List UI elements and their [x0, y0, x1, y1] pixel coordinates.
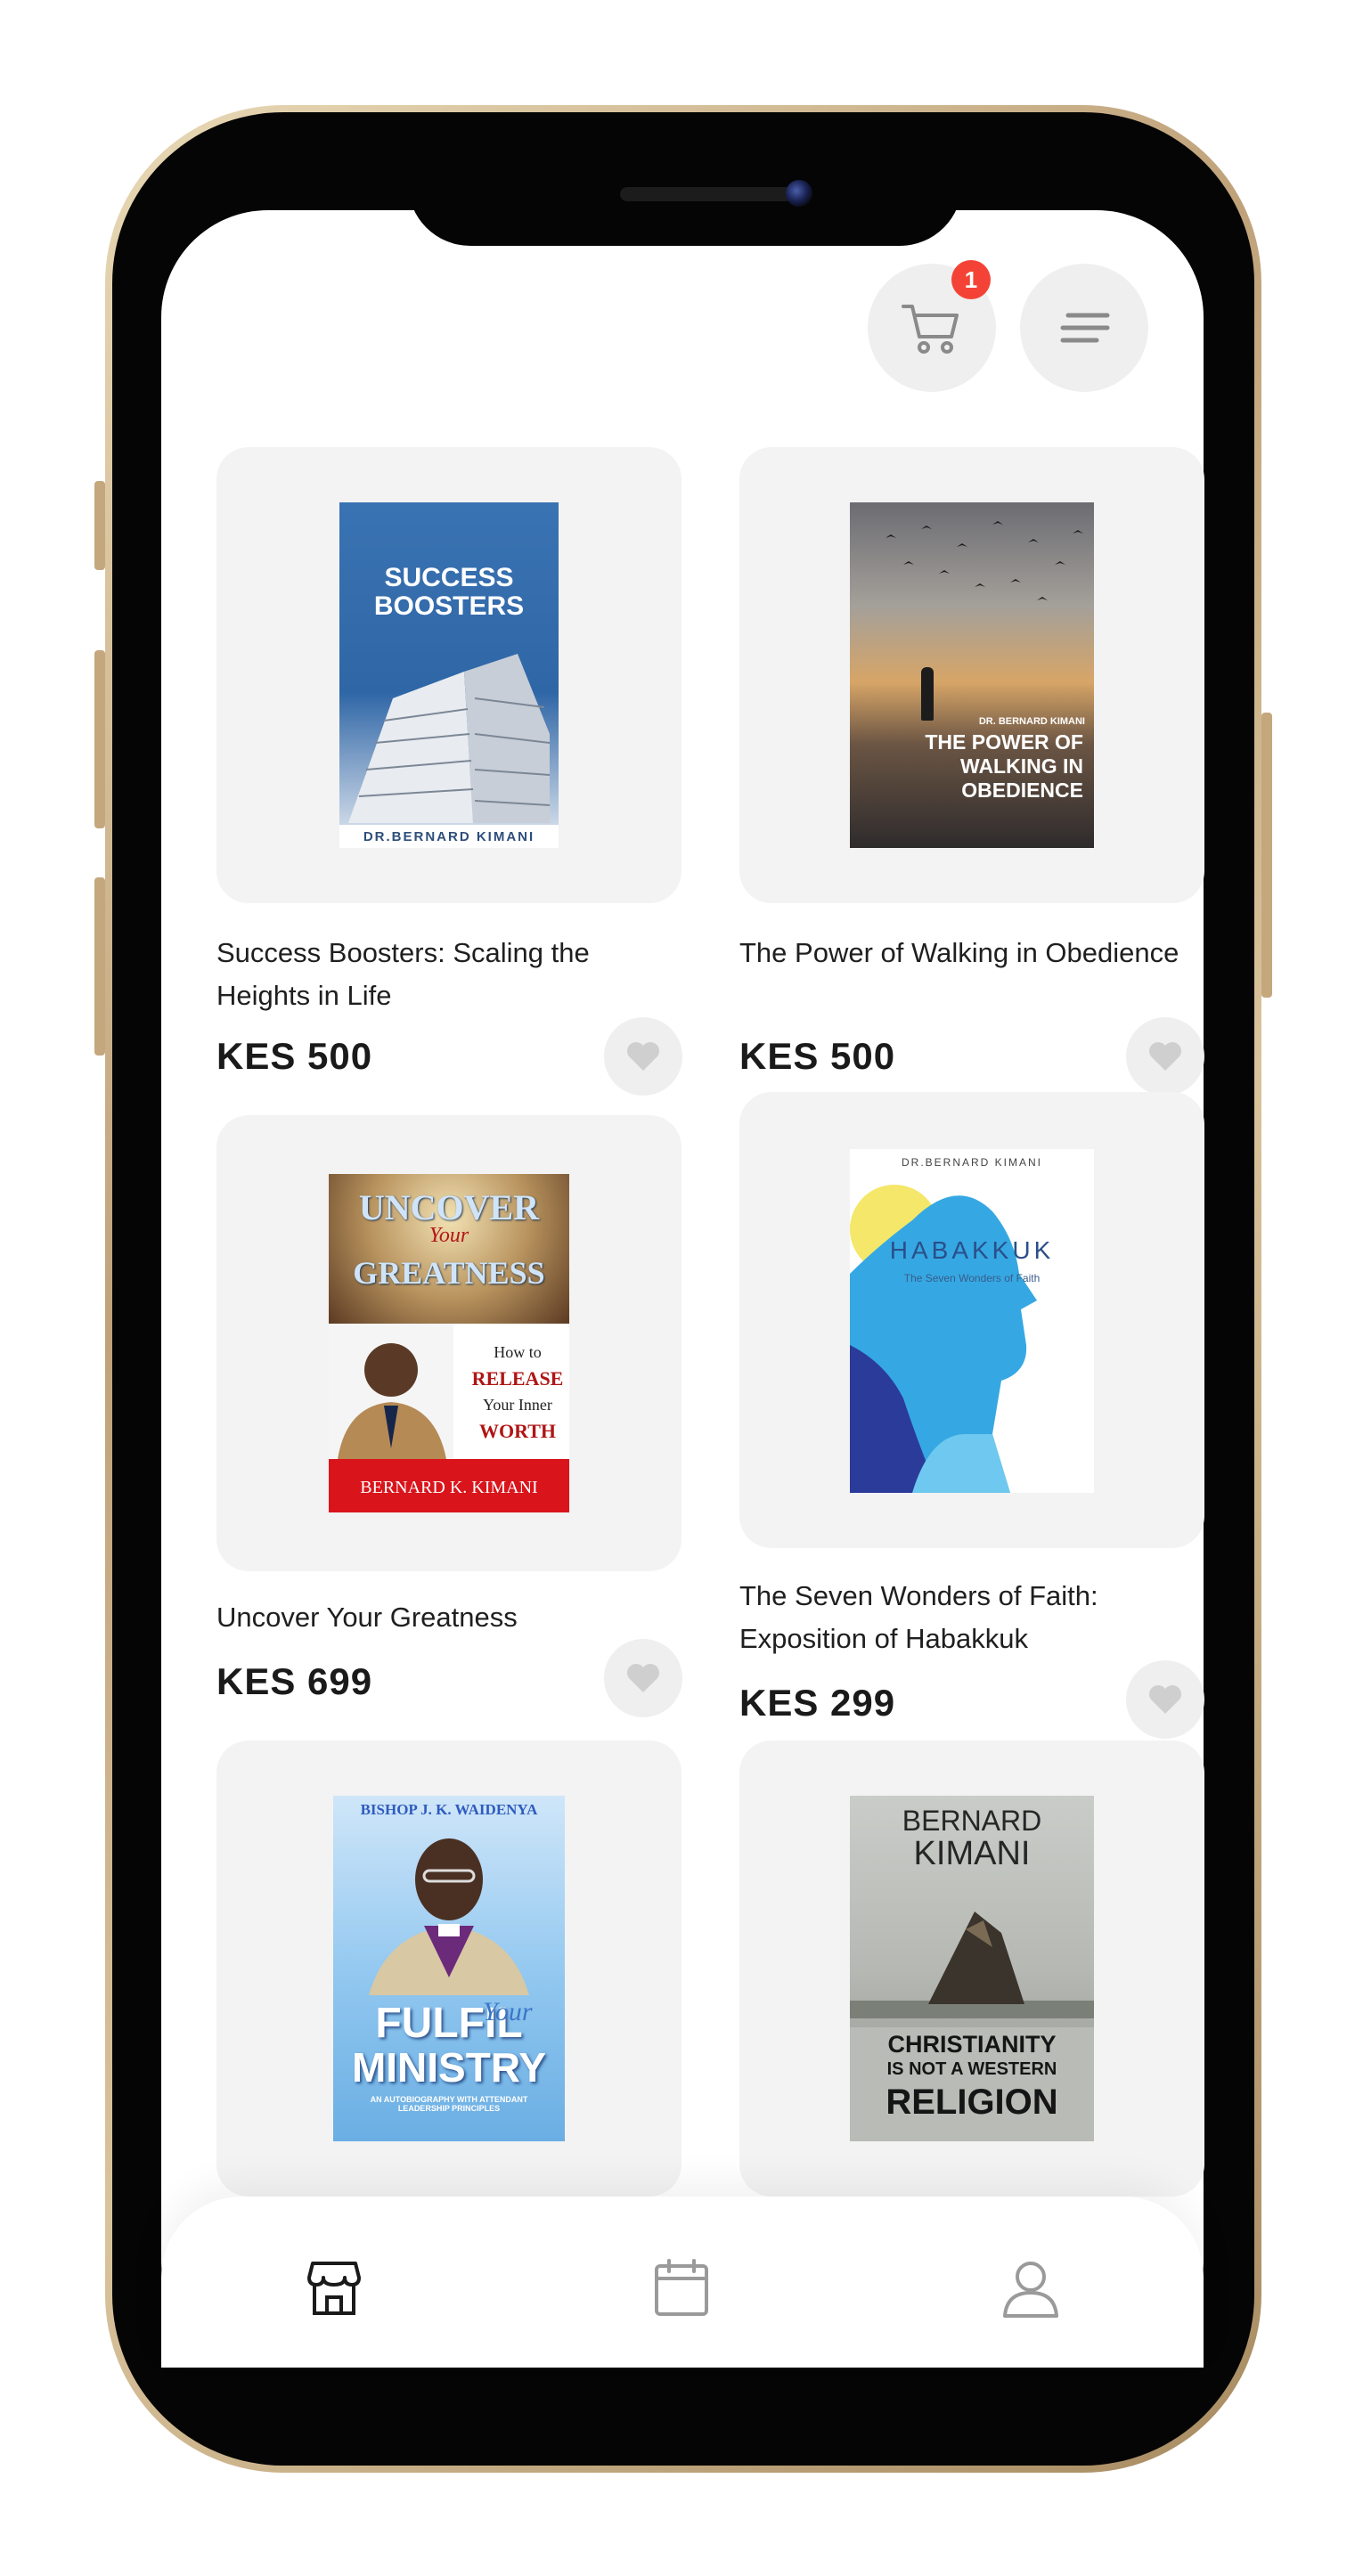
favorite-button[interactable] — [1126, 1660, 1204, 1739]
book-cover-habakkuk: DR.BERNARD KIMANI HABAKKUK The Seven Won… — [850, 1149, 1094, 1493]
product-price: KES 500 — [216, 1035, 373, 1077]
cover-author: BISHOP J. K. WAIDENYA — [360, 1801, 538, 1818]
cart-count-badge: 1 — [951, 260, 991, 299]
skyscraper-illustration — [348, 654, 551, 823]
front-camera — [786, 180, 812, 207]
product-price: KES 699 — [216, 1660, 373, 1702]
cover-title: RELIGION — [886, 2083, 1058, 2122]
nav-profile[interactable] — [1000, 2257, 1062, 2319]
cover-subtitle: RELEASE — [471, 1367, 564, 1390]
cover-title: Your — [428, 1224, 469, 1247]
cover-subtitle: How to — [494, 1343, 542, 1361]
volume-down-button — [94, 877, 105, 1056]
cover-author: DR.BERNARD KIMANI — [363, 829, 535, 844]
volume-up-button — [94, 650, 105, 828]
cover-author: KIMANI — [913, 1835, 1031, 1872]
cover-author: DR. BERNARD KIMANI — [978, 716, 1085, 727]
cover-title: HABAKKUK — [889, 1236, 1055, 1264]
power-button — [1261, 713, 1272, 998]
book-cover-uncover-greatness: UNCOVER Your GREATNESS How to RELEASE Yo… — [329, 1174, 569, 1512]
birds-illustration — [886, 521, 1083, 600]
book-cover-success-boosters: SUCCESS BOOSTERS DR.BERNARD KIMANI — [339, 502, 559, 848]
cover-title: CHRISTIANITY — [887, 2031, 1057, 2058]
cover-title: THE POWER OF — [925, 730, 1083, 754]
profile-icon — [1003, 2262, 1058, 2318]
silhouette-illustration — [850, 1185, 1037, 1493]
cover-subtitle: The Seven Wonders of Faith — [903, 1272, 1041, 1284]
cover-title: MINISTRY — [351, 2044, 547, 2091]
cover-subtitle: Your Inner — [483, 1396, 552, 1414]
heart-icon — [627, 1664, 659, 1692]
cover-author: BERNARD — [902, 1805, 1042, 1837]
author-photo — [329, 1324, 453, 1459]
favorite-button[interactable] — [604, 1639, 682, 1717]
cover-title: UNCOVER — [358, 1187, 540, 1227]
product-title[interactable]: The Seven Wonders of Faith: Exposition o… — [739, 1575, 1185, 1660]
book-cover-christianity: BERNARD KIMANI CHRISTIANITY IS NOT A WES… — [850, 1796, 1094, 2141]
cover-subtitle: AN AUTOBIOGRAPHY WITH ATTENDANT LEADERSH… — [370, 2095, 528, 2113]
product-title[interactable]: Uncover Your Greatness — [216, 1596, 662, 1639]
cover-subtitle: WORTH — [478, 1420, 556, 1442]
menu-button[interactable] — [1020, 264, 1148, 392]
rock-island-illustration — [850, 1912, 1094, 2018]
cover-title: GREATNESS — [353, 1255, 545, 1291]
favorite-button[interactable] — [1126, 1017, 1204, 1096]
product-title[interactable]: The Power of Walking in Obedience — [739, 932, 1185, 974]
book-cover-power-of-walking: DR. BERNARD KIMANI THE POWER OF WALKING … — [850, 502, 1094, 848]
product-price: KES 299 — [739, 1682, 896, 1724]
heart-icon — [1149, 1042, 1181, 1071]
hamburger-menu-icon — [1060, 313, 1110, 343]
cover-title: WALKING IN — [960, 754, 1083, 778]
heart-icon — [627, 1042, 659, 1071]
author-photo — [369, 1838, 529, 1995]
cover-title: Your — [483, 1997, 533, 2026]
heart-icon — [1149, 1685, 1181, 1714]
favorite-button[interactable] — [604, 1017, 682, 1096]
product-price: KES 500 — [739, 1035, 896, 1077]
cover-title: BOOSTERS — [373, 591, 525, 621]
cover-title: OBEDIENCE — [961, 779, 1083, 802]
nav-calendar[interactable] — [650, 2257, 713, 2319]
earpiece-speaker — [620, 187, 793, 201]
product-title[interactable]: Success Boosters: Scaling the Heights in… — [216, 932, 662, 1017]
cover-title: IS NOT A WESTERN — [886, 2059, 1057, 2079]
cover-title: SUCCESS — [384, 563, 514, 592]
cart-icon — [902, 305, 959, 354]
mute-switch — [94, 481, 105, 570]
cover-author: BERNARD K. KIMANI — [360, 1478, 538, 1497]
nav-store[interactable] — [303, 2257, 365, 2319]
store-icon — [307, 2262, 361, 2315]
book-cover-fulfil-ministry: BISHOP J. K. WAIDENYA FULFIL Your MINIST… — [333, 1796, 565, 2141]
calendar-icon — [655, 2259, 708, 2316]
